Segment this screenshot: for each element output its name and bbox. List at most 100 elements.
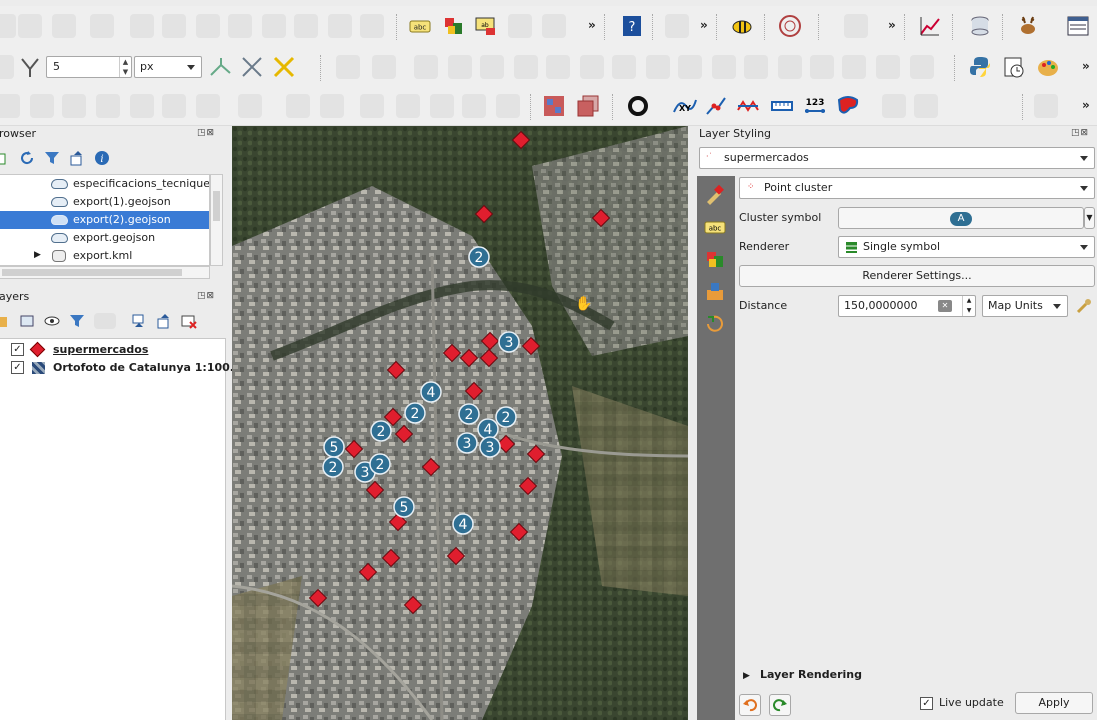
- clear-icon[interactable]: ✕: [938, 300, 952, 312]
- history-icon[interactable]: [704, 312, 726, 334]
- simplify-icon[interactable]: [810, 55, 834, 79]
- diagrams-icon[interactable]: [704, 248, 726, 270]
- snap-to-intersection-icon[interactable]: [272, 55, 296, 79]
- layer-tree[interactable]: ✓ supermercados ✓ Ortofoto de Catalunya …: [0, 338, 242, 720]
- chamfer-icon[interactable]: [462, 94, 486, 118]
- add-point-icon[interactable]: [52, 14, 76, 38]
- polygon-style-icon[interactable]: [836, 94, 860, 118]
- time-controller-icon[interactable]: [1002, 55, 1026, 79]
- arc-tool-icon[interactable]: [130, 94, 154, 118]
- expand-arrow-icon[interactable]: ▶: [743, 671, 750, 681]
- map-canvas[interactable]: 2342224233523254: [232, 126, 688, 720]
- pin-labels-icon[interactable]: [508, 14, 532, 38]
- regular-polygon-icon[interactable]: [196, 94, 220, 118]
- route-tool-icon[interactable]: [844, 14, 868, 38]
- style-palette-icon[interactable]: [1036, 55, 1060, 79]
- offset-curve-icon[interactable]: [580, 55, 604, 79]
- undo-icon[interactable]: [328, 14, 352, 38]
- advanced-digitizing-icon[interactable]: [336, 55, 360, 79]
- delete-part-icon[interactable]: [514, 55, 538, 79]
- polyline-vertex-icon[interactable]: [704, 94, 728, 118]
- collapse-all-icon[interactable]: [156, 313, 172, 329]
- vertical-scrollbar[interactable]: [210, 174, 223, 266]
- offset-point-icon[interactable]: [778, 55, 802, 79]
- list-item[interactable]: especificacions_tecnique: [0, 175, 209, 193]
- layout-manager-icon[interactable]: [1066, 14, 1090, 38]
- join-lines-icon[interactable]: [396, 94, 420, 118]
- add-part-icon[interactable]: [448, 55, 472, 79]
- bee-plugin-icon[interactable]: [730, 14, 754, 38]
- more-tools-chevron-icon[interactable]: »: [1082, 98, 1090, 112]
- redo-style-button[interactable]: [769, 694, 791, 716]
- split-features-icon[interactable]: [612, 55, 636, 79]
- dock-float-close-icon[interactable]: ◳⊠: [197, 128, 215, 138]
- reshape-icon[interactable]: [546, 55, 570, 79]
- remove-layer-icon[interactable]: [181, 313, 197, 329]
- symbology-brush-icon[interactable]: [704, 184, 726, 206]
- add-ring-icon[interactable]: [372, 55, 396, 79]
- deer-plugin-icon[interactable]: [1016, 14, 1040, 38]
- data-defined-override-icon[interactable]: [1075, 297, 1093, 315]
- shape-options-icon[interactable]: [238, 94, 262, 118]
- ellipse-tool-icon[interactable]: [96, 94, 120, 118]
- cut-features-icon[interactable]: [228, 14, 252, 38]
- cluster-symbol-dropdown[interactable]: ▼: [1084, 207, 1095, 229]
- rotate-feature-icon[interactable]: [842, 55, 866, 79]
- copy-features-icon[interactable]: [162, 14, 186, 38]
- edit-pencil-icon[interactable]: [0, 14, 16, 38]
- renderer-type-select[interactable]: ⁘ Point cluster: [739, 177, 1095, 199]
- list-item-selected[interactable]: export(2).geojson: [0, 211, 209, 229]
- rectangle-tool-icon[interactable]: [30, 94, 54, 118]
- snap-tolerance-spinbox[interactable]: 5 ▲ ▼: [46, 56, 132, 78]
- layer-row-supermercados[interactable]: ✓ supermercados: [0, 341, 226, 359]
- measure-line-icon[interactable]: [770, 94, 794, 118]
- label-tool-icon[interactable]: ab: [474, 14, 498, 38]
- layer-row-ortofoto[interactable]: ✓ Ortofoto de Catalunya 1:100...: [0, 359, 242, 377]
- labels-abc-icon[interactable]: abc: [704, 216, 726, 238]
- save-edits-icon[interactable]: [18, 14, 42, 38]
- parallel-tool-icon[interactable]: [286, 94, 310, 118]
- split-line-icon[interactable]: [320, 94, 344, 118]
- paste-icon[interactable]: [294, 14, 318, 38]
- filter-expression-icon[interactable]: [94, 313, 116, 329]
- layer-rendering-section[interactable]: Layer Rendering: [760, 668, 862, 681]
- copy-icon[interactable]: [262, 14, 286, 38]
- renderer-select[interactable]: Single symbol: [838, 236, 1095, 258]
- show-labels-icon[interactable]: [542, 14, 566, 38]
- numbering-123-icon[interactable]: 123: [802, 94, 826, 118]
- list-item[interactable]: export.geojson: [0, 229, 209, 247]
- expand-all-icon[interactable]: [131, 313, 147, 329]
- node-tool-icon[interactable]: [882, 94, 906, 118]
- profile-chart-icon[interactable]: [918, 14, 942, 38]
- zigzag-line-icon[interactable]: [736, 94, 760, 118]
- layer-style-icon[interactable]: [0, 313, 11, 329]
- fillet-icon[interactable]: [430, 94, 454, 118]
- raster-layers-icon[interactable]: [576, 94, 600, 118]
- undo-style-button[interactable]: [739, 694, 761, 716]
- node-snap-icon[interactable]: [914, 94, 938, 118]
- dock-float-close-icon[interactable]: ◳⊠: [1071, 128, 1089, 138]
- more-tools-chevron-icon[interactable]: »: [1082, 59, 1090, 73]
- circle-marker-icon[interactable]: [626, 94, 650, 118]
- spin-arrows-icon[interactable]: ▲ ▼: [119, 57, 131, 77]
- trace-tool-icon[interactable]: [208, 55, 232, 79]
- add-group-icon[interactable]: [19, 313, 35, 329]
- circle-tool-icon[interactable]: [0, 94, 20, 118]
- python-console-icon[interactable]: [968, 55, 992, 79]
- diagram-icon[interactable]: [442, 14, 466, 38]
- redo-tool-icon[interactable]: [910, 55, 934, 79]
- vertex-snap-icon[interactable]: [18, 55, 42, 79]
- distance-unit-select[interactable]: Map Units: [982, 295, 1068, 317]
- more-tools-chevron-icon[interactable]: »: [888, 18, 896, 32]
- layer-select[interactable]: ·˙ supermercados: [699, 147, 1095, 169]
- curve-tool-icon[interactable]: [162, 94, 186, 118]
- spin-arrows-icon[interactable]: ▲ ▼: [962, 296, 975, 316]
- extend-line-icon[interactable]: [360, 94, 384, 118]
- label-abc-icon[interactable]: abc: [408, 14, 432, 38]
- more-tools-chevron-icon[interactable]: »: [700, 18, 708, 32]
- info-icon[interactable]: i: [94, 150, 110, 166]
- filter-icon[interactable]: [69, 313, 85, 329]
- list-item[interactable]: export(1).geojson: [0, 193, 209, 211]
- browser-tree[interactable]: especificacions_tecnique export(1).geojs…: [0, 174, 210, 266]
- more-tools-chevron-icon[interactable]: »: [588, 18, 596, 32]
